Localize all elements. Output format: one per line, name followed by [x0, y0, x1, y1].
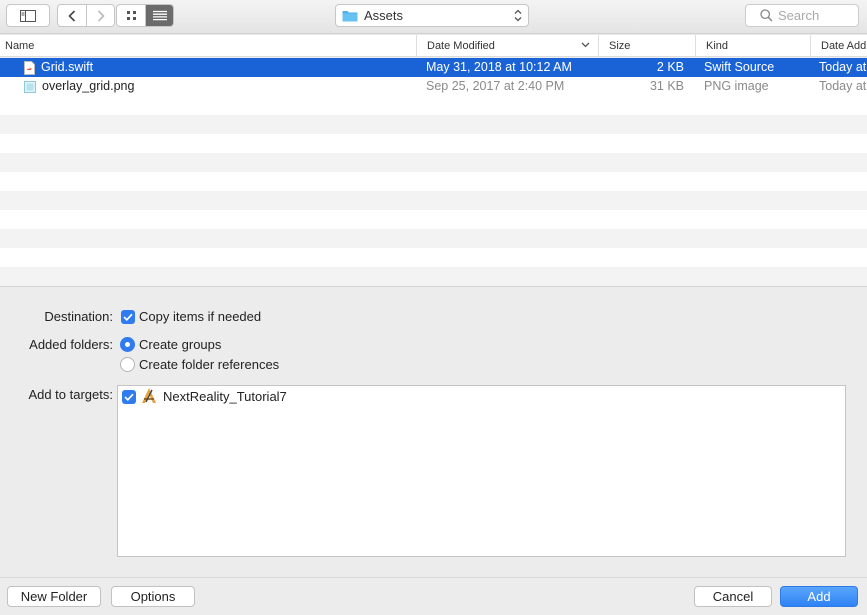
target-name[interactable]: NextReality_Tutorial7 — [163, 389, 287, 404]
copy-items-checkbox[interactable] — [121, 310, 135, 324]
app-target-icon — [142, 388, 156, 403]
location-popup[interactable]: Assets — [335, 4, 529, 27]
file-size: 31 KB — [649, 79, 684, 93]
file-list: Grid.swift May 31, 2018 at 10:12 AM 2 KB… — [0, 58, 867, 286]
table-row[interactable]: overlay_grid.png Sep 25, 2017 at 2:40 PM… — [0, 77, 867, 96]
create-groups-label[interactable]: Create groups — [139, 337, 221, 352]
add-files-options: Destination: Copy items if needed Added … — [0, 286, 867, 577]
chevron-right-icon — [97, 9, 105, 22]
add-to-targets-label: Add to targets: — [28, 387, 113, 402]
file-date-modified: May 31, 2018 at 10:12 AM — [426, 60, 572, 74]
column-header-name[interactable]: Name — [0, 35, 416, 57]
file-name: overlay_grid.png — [42, 79, 135, 93]
navigation-buttons — [57, 4, 115, 27]
file-date-added: Today at — [819, 60, 867, 74]
empty-row — [0, 134, 867, 153]
file-date-added: Today at — [819, 79, 867, 93]
create-folder-references-label[interactable]: Create folder references — [139, 357, 279, 372]
icon-view-button[interactable] — [117, 5, 145, 26]
empty-row — [0, 153, 867, 172]
sidebar-icon — [20, 9, 36, 22]
options-button[interactable]: Options — [111, 586, 195, 607]
empty-row — [0, 115, 867, 134]
chevron-up-down-icon — [514, 9, 522, 22]
empty-row — [0, 191, 867, 210]
empty-row — [0, 96, 867, 115]
empty-row — [0, 229, 867, 248]
sort-descending-icon — [581, 42, 590, 48]
targets-list: NextReality_Tutorial7 — [117, 385, 846, 557]
file-name-cell: Grid.swift — [24, 58, 414, 77]
column-header-date-added[interactable]: Date Add — [810, 35, 867, 57]
checkmark-icon — [124, 393, 134, 401]
empty-row — [0, 248, 867, 267]
create-groups-radio[interactable] — [120, 337, 135, 352]
target-checkbox[interactable] — [122, 390, 136, 404]
forward-button[interactable] — [86, 5, 114, 26]
search-input[interactable]: Search — [745, 4, 859, 27]
column-header-kind[interactable]: Kind — [695, 35, 810, 57]
new-folder-button[interactable]: New Folder — [7, 586, 101, 607]
empty-row — [0, 267, 867, 286]
back-button[interactable] — [58, 5, 86, 26]
destination-label: Destination: — [44, 309, 113, 324]
file-size: 2 KB — [656, 60, 684, 74]
list-icon — [152, 10, 167, 21]
chevron-left-icon — [68, 9, 76, 22]
column-header: Name Date Modified Size Kind Date Add — [0, 35, 867, 57]
checkmark-icon — [123, 313, 133, 321]
cancel-button[interactable]: Cancel — [694, 586, 772, 607]
empty-row — [0, 210, 867, 229]
dialog-footer: New Folder Options Cancel Add — [0, 577, 867, 615]
file-kind: Swift Source — [704, 60, 775, 74]
view-mode-selector — [116, 4, 174, 27]
sidebar-toggle-button[interactable] — [6, 4, 50, 27]
search-icon — [760, 9, 773, 22]
grid-icon — [126, 11, 136, 20]
list-view-button[interactable] — [145, 5, 173, 26]
toolbar: Assets Search — [0, 0, 867, 34]
search-placeholder: Search — [778, 8, 820, 23]
file-kind: PNG image — [704, 79, 769, 93]
add-button[interactable]: Add — [780, 586, 858, 607]
column-header-size[interactable]: Size — [598, 35, 695, 57]
location-label: Assets — [364, 8, 404, 23]
folder-icon — [342, 11, 358, 22]
swift-file-icon — [24, 60, 35, 75]
table-row[interactable]: Grid.swift May 31, 2018 at 10:12 AM 2 KB… — [0, 58, 867, 77]
create-folder-references-radio[interactable] — [120, 357, 135, 372]
column-header-date-modified-label: Date Modified — [427, 40, 495, 52]
copy-items-label[interactable]: Copy items if needed — [139, 309, 261, 324]
file-date-modified: Sep 25, 2017 at 2:40 PM — [426, 79, 565, 93]
file-name: Grid.swift — [41, 60, 94, 74]
added-folders-label: Added folders: — [29, 337, 113, 352]
column-header-date-modified[interactable]: Date Modified — [416, 35, 598, 57]
empty-row — [0, 172, 867, 191]
png-file-icon — [24, 80, 36, 93]
file-name-cell: overlay_grid.png — [24, 77, 414, 96]
